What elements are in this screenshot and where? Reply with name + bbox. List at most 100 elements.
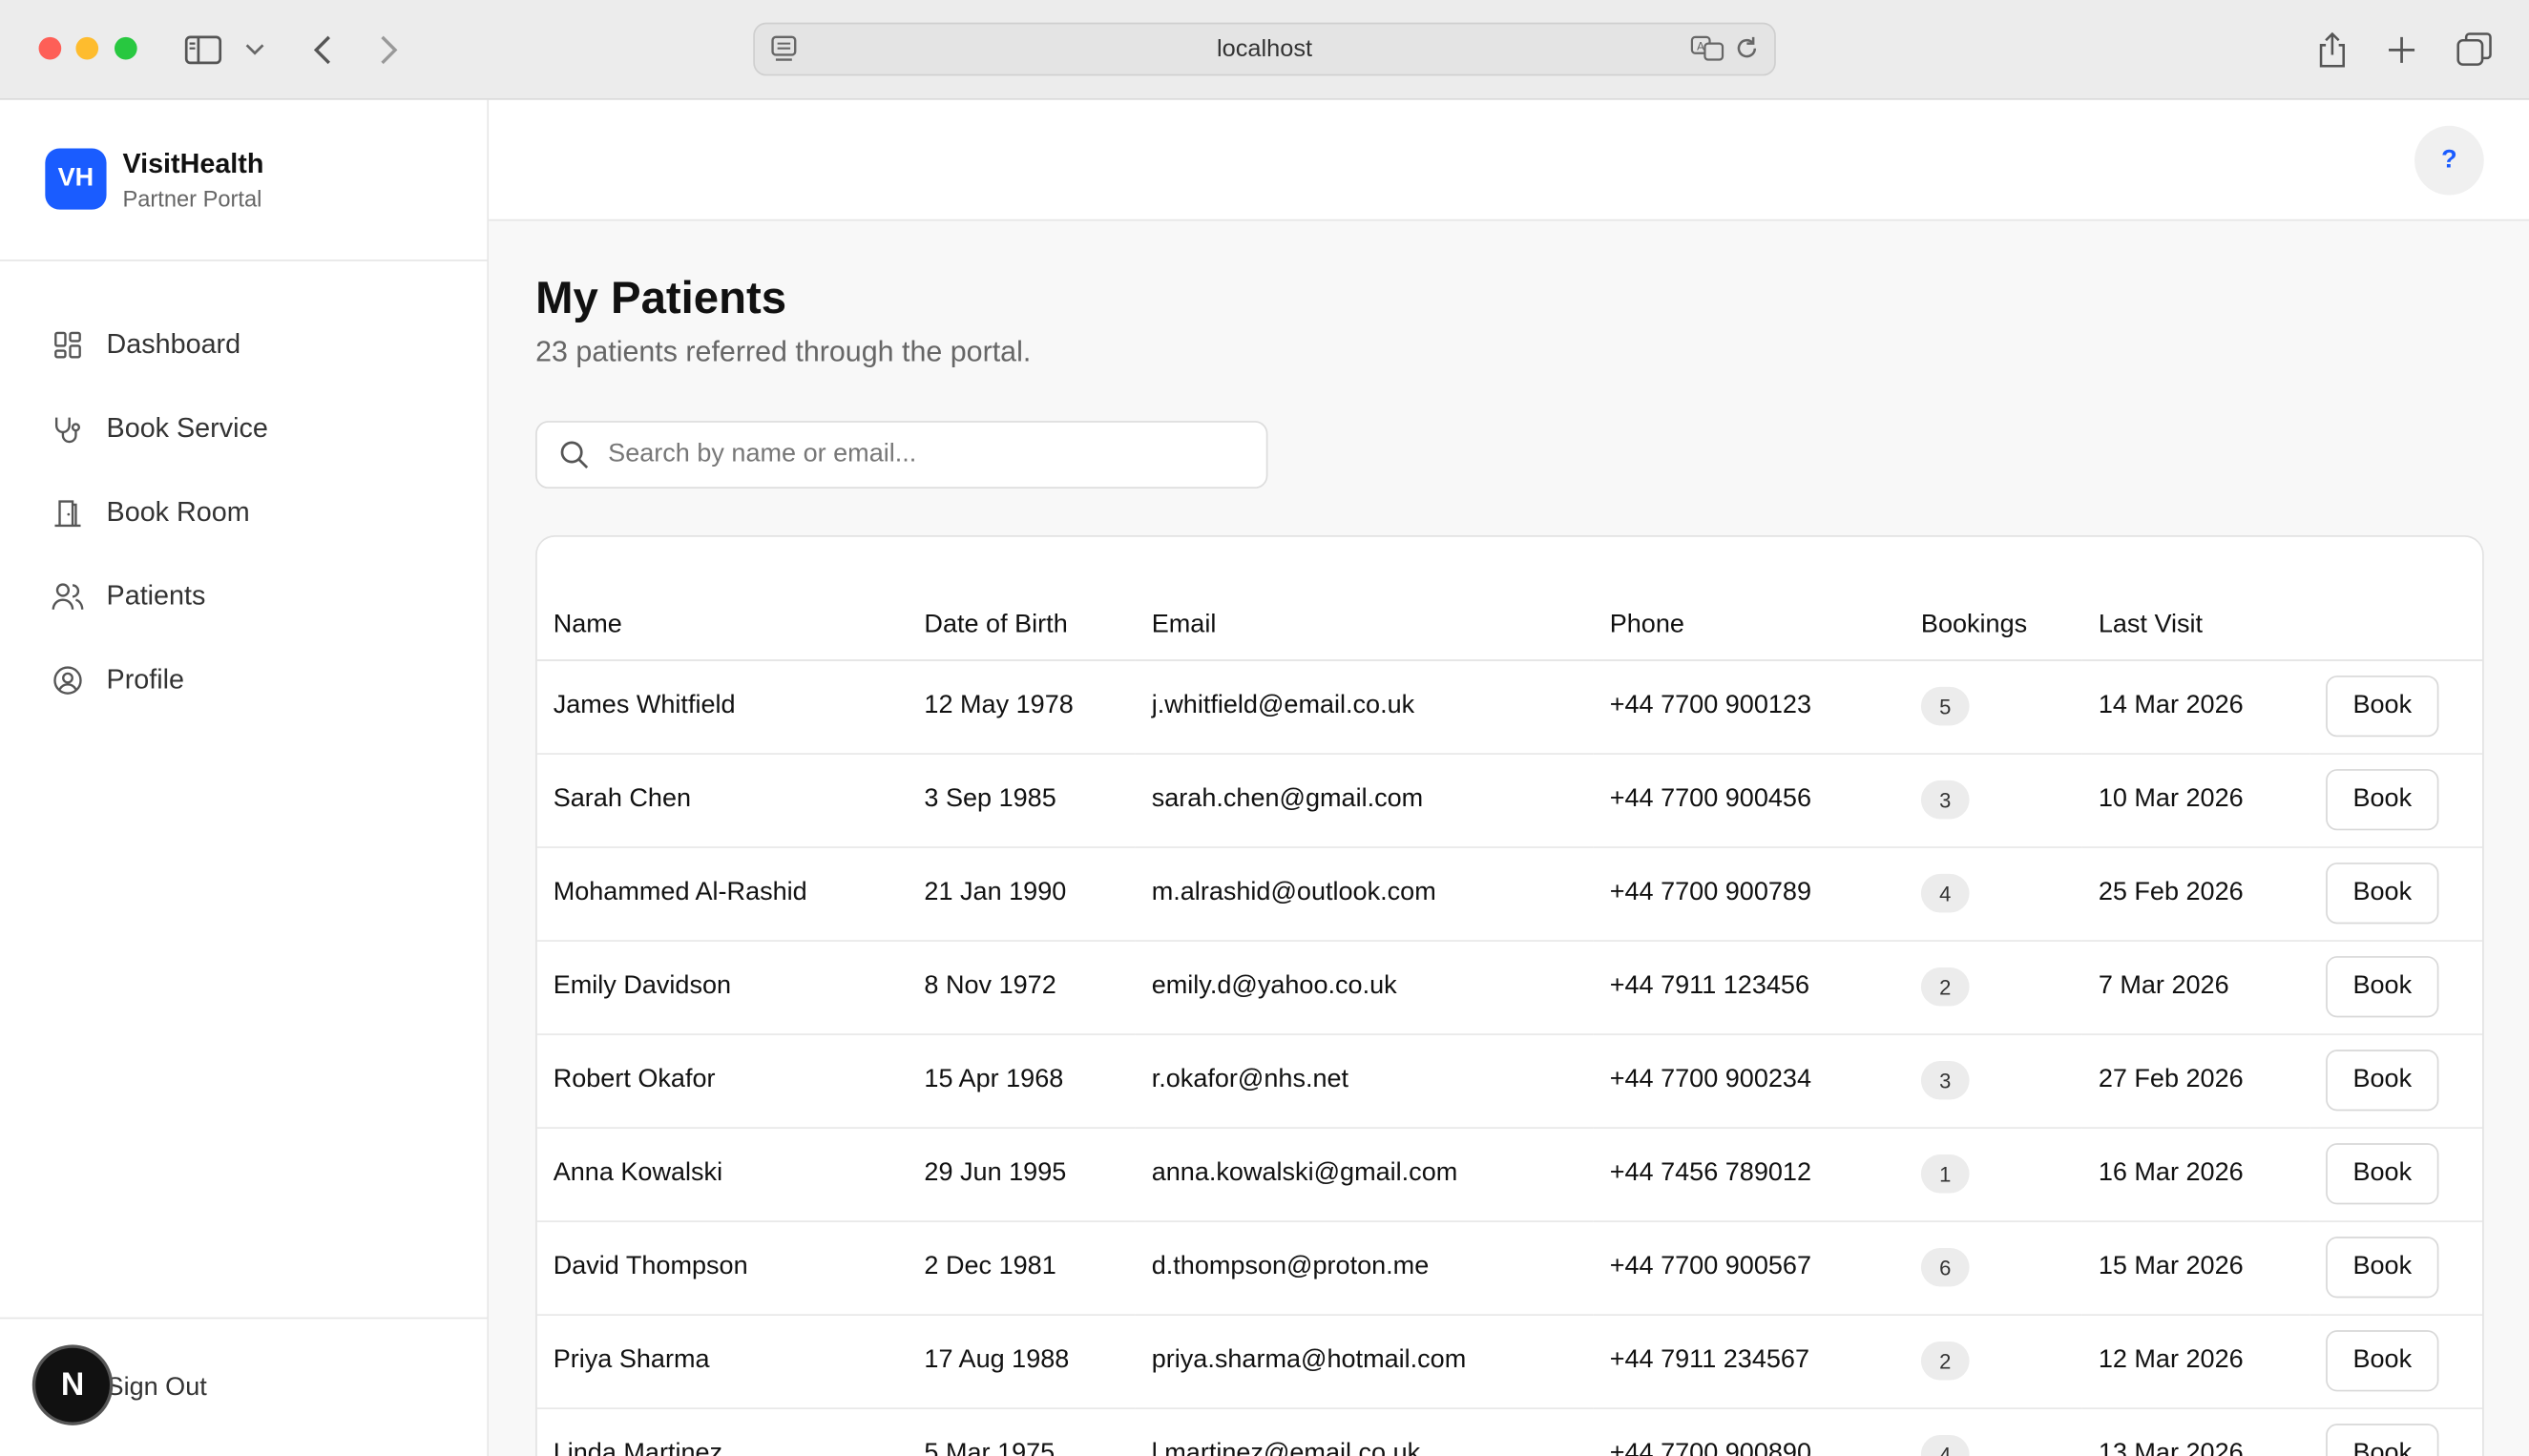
actions-cell: Book — [2310, 1033, 2483, 1129]
book-button[interactable]: Book — [2326, 1330, 2439, 1392]
sidebar-item-dashboard[interactable]: Dashboard — [0, 303, 487, 387]
book-button[interactable]: Book — [2326, 769, 2439, 831]
patient-phone: +44 7700 900456 — [1593, 753, 1906, 848]
table-row[interactable]: Linda Martinez 5 Mar 1975 l.martinez@email… — [536, 1407, 2483, 1456]
patient-dob: 3 Sep 1985 — [908, 753, 1136, 848]
table-row[interactable]: Anna Kowalski 29 Jun 1995 anna.kowalski@gm… — [536, 1127, 2483, 1222]
patient-phone: +44 7911 234567 — [1593, 1314, 1906, 1409]
tab-overview-icon[interactable] — [2455, 31, 2494, 70]
actions-cell: Book — [2310, 753, 2483, 848]
patient-last-visit: 15 Mar 2026 — [2081, 1220, 2310, 1316]
bookings-cell: 1 — [1905, 1127, 2082, 1222]
bookings-count-badge: 4 — [1920, 873, 1970, 913]
patient-dob: 12 May 1978 — [908, 659, 1136, 755]
help-button[interactable]: ? — [2414, 125, 2484, 196]
bookings-cell: 3 — [1905, 753, 2082, 848]
patient-phone: +44 7456 789012 — [1593, 1127, 1906, 1222]
brand-logo[interactable]: VH — [45, 148, 107, 210]
sidebar: VH VisitHealth Partner Portal Dashboard … — [0, 99, 490, 1456]
book-button[interactable]: Book — [2326, 1143, 2439, 1205]
sign-out-button[interactable]: Sign Out — [107, 1374, 207, 1403]
table-row[interactable]: Robert Okafor 15 Apr 1968 r.okafor@nhs.net… — [536, 1033, 2483, 1129]
column-header-bookings[interactable]: Bookings — [1905, 536, 2082, 661]
bookings-count-badge: 2 — [1920, 967, 1970, 1007]
patient-email: priya.sharma@hotmail.com — [1135, 1314, 1594, 1409]
sidebar-item-book-room[interactable]: Book Room — [0, 470, 487, 554]
patient-last-visit: 25 Feb 2026 — [2081, 846, 2310, 942]
users-icon — [52, 580, 84, 613]
forward-arrow-icon[interactable] — [369, 31, 408, 70]
patient-last-visit: 10 Mar 2026 — [2081, 753, 2310, 848]
patient-email: l.martinez@email.co.uk — [1135, 1407, 1594, 1456]
book-button[interactable]: Book — [2326, 1237, 2439, 1299]
bookings-cell: 4 — [1905, 846, 2082, 942]
patient-dob: 17 Aug 1988 — [908, 1314, 1136, 1409]
book-button[interactable]: Book — [2326, 1424, 2439, 1456]
dev-tools-badge[interactable]: N — [35, 1347, 110, 1423]
actions-cell: Book — [2310, 1127, 2483, 1222]
patient-name: Robert Okafor — [536, 1033, 909, 1129]
reload-icon[interactable] — [1732, 33, 1761, 69]
svg-text:A: A — [1697, 39, 1704, 52]
app-root: localhost A VH VisitHealth Partner Porta… — [0, 0, 2529, 1456]
book-button[interactable]: Book — [2326, 1050, 2439, 1112]
sidebar-item-patients[interactable]: Patients — [0, 554, 487, 638]
patient-last-visit: 14 Mar 2026 — [2081, 659, 2310, 755]
bookings-count-badge: 4 — [1920, 1435, 1970, 1456]
translate-icon[interactable]: A — [1690, 33, 1725, 69]
sidebar-item-book-service[interactable]: Book Service — [0, 387, 487, 471]
sidebar-toggle-icon[interactable] — [184, 31, 223, 70]
brand-name: VisitHealth — [122, 148, 264, 179]
table-row[interactable]: Mohammed Al-Rashid 21 Jan 1990 m.alrashid@… — [536, 846, 2483, 942]
table-row[interactable]: Emily Davidson 8 Nov 1972 emily.d@yahoo.co… — [536, 940, 2483, 1035]
bookings-cell: 3 — [1905, 1033, 2082, 1129]
back-arrow-icon[interactable] — [303, 31, 343, 70]
table-row[interactable]: Priya Sharma 17 Aug 1988 priya.sharma@hotm… — [536, 1314, 2483, 1409]
column-header-name[interactable]: Name — [536, 536, 909, 661]
patient-last-visit: 16 Mar 2026 — [2081, 1127, 2310, 1222]
patient-phone: +44 7700 900567 — [1593, 1220, 1906, 1316]
table-header-row: Name Date of Birth Email Phone Bookings … — [536, 536, 2483, 661]
share-icon[interactable] — [2313, 31, 2352, 70]
patient-email: m.alrashid@outlook.com — [1135, 846, 1594, 942]
column-header-dob[interactable]: Date of Birth — [908, 536, 1136, 661]
sidebar-nav: Dashboard Book Service Book Room Patient… — [0, 303, 487, 722]
search-box[interactable] — [535, 421, 1268, 489]
table-row[interactable]: David Thompson 2 Dec 1981 d.thompson@proto… — [536, 1220, 2483, 1316]
book-button[interactable]: Book — [2326, 676, 2439, 738]
column-header-last-visit[interactable]: Last Visit — [2081, 536, 2310, 661]
table-body: James Whitfield 12 May 1978 j.whitfield@em… — [536, 659, 2483, 1456]
url-text: localhost — [1216, 35, 1313, 63]
sidebar-item-label: Profile — [106, 664, 184, 696]
bookings-cell: 6 — [1905, 1220, 2082, 1316]
close-window-button[interactable] — [38, 36, 62, 60]
patient-name: Priya Sharma — [536, 1314, 909, 1409]
patient-dob: 2 Dec 1981 — [908, 1220, 1136, 1316]
actions-cell: Book — [2310, 659, 2483, 755]
page-settings-icon[interactable] — [771, 35, 797, 71]
patient-last-visit: 13 Mar 2026 — [2081, 1407, 2310, 1456]
table-row[interactable]: James Whitfield 12 May 1978 j.whitfield@em… — [536, 659, 2483, 755]
table-row[interactable]: Sarah Chen 3 Sep 1985 sarah.chen@gmail.com… — [536, 753, 2483, 848]
book-button[interactable]: Book — [2326, 863, 2439, 925]
sidebar-item-profile[interactable]: Profile — [0, 638, 487, 722]
new-tab-icon[interactable] — [2382, 31, 2421, 70]
address-bar[interactable]: localhost A — [753, 22, 1776, 76]
page-title: My Patients — [535, 272, 787, 322]
column-header-email[interactable]: Email — [1135, 536, 1594, 661]
patient-email: anna.kowalski@gmail.com — [1135, 1127, 1594, 1222]
sidebar-item-label: Book Room — [106, 496, 250, 528]
column-header-phone[interactable]: Phone — [1593, 536, 1906, 661]
bookings-cell: 4 — [1905, 1407, 2082, 1456]
brand-header: VH VisitHealth Partner Portal — [0, 100, 488, 261]
bookings-count-badge: 6 — [1920, 1247, 1970, 1287]
patient-name: Linda Martinez — [536, 1407, 909, 1456]
book-button[interactable]: Book — [2326, 956, 2439, 1018]
minimize-window-button[interactable] — [75, 36, 99, 60]
patients-table-card: Name Date of Birth Email Phone Bookings … — [535, 535, 2484, 1456]
maximize-window-button[interactable] — [114, 36, 137, 60]
chevron-down-icon[interactable] — [239, 31, 271, 70]
search-input[interactable] — [608, 440, 1254, 469]
door-icon — [52, 496, 84, 529]
patient-email: r.okafor@nhs.net — [1135, 1033, 1594, 1129]
